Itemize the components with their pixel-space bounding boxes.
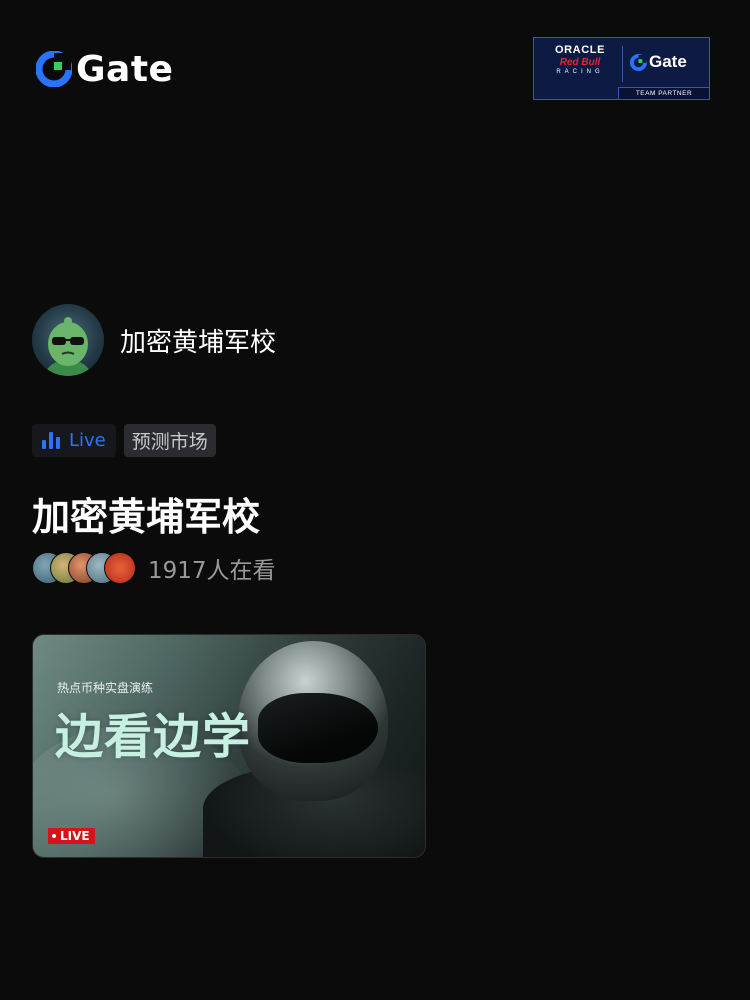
category-tag[interactable]: 预测市场 [123, 424, 216, 457]
viewer-count: 1917人在看 [148, 558, 276, 584]
card-subtitle: 热点币种实盘演练 [57, 681, 154, 695]
live-bars-icon [42, 432, 60, 449]
viewer-info: 1917人在看 [32, 551, 276, 585]
host-avatar[interactable] [32, 304, 104, 376]
partner-line-racing: RACING [556, 69, 604, 75]
partner-divider [622, 46, 623, 82]
live-tag: Live [32, 424, 116, 457]
viewer-avatars [32, 552, 136, 584]
partner-line-oracle: ORACLE [554, 44, 606, 56]
live-badge: LIVE [48, 828, 95, 844]
live-dot-icon [52, 834, 56, 838]
partner-brand: Gate [649, 52, 687, 71]
gate-logo: Gate [36, 48, 173, 90]
live-tag-label: Live [69, 430, 106, 451]
avatar-cartoon-icon [46, 317, 90, 376]
stream-title: 加密黄埔军校 [32, 495, 261, 539]
partner-badge: ORACLE Red Bull RACING Gate TEAM PARTNER [533, 37, 710, 100]
stream-tags: Live 预测市场 [32, 424, 216, 457]
logo-text: Gate [76, 48, 174, 90]
host-name[interactable]: 加密黄埔军校 [120, 322, 276, 359]
partner-footer: TEAM PARTNER [618, 87, 709, 99]
host-info[interactable]: 加密黄埔军校 [32, 304, 276, 376]
gate-small-icon [630, 53, 647, 71]
viewer-avatar [104, 552, 136, 584]
gate-logo-icon [36, 51, 72, 87]
preview-visor [258, 693, 378, 763]
card-headline: 边看边学 [55, 709, 252, 765]
stream-preview-card[interactable]: 热点币种实盘演练 边看边学 LIVE [32, 634, 426, 858]
live-badge-label: LIVE [60, 829, 90, 843]
partner-line-redbull: Red Bull [559, 57, 601, 68]
